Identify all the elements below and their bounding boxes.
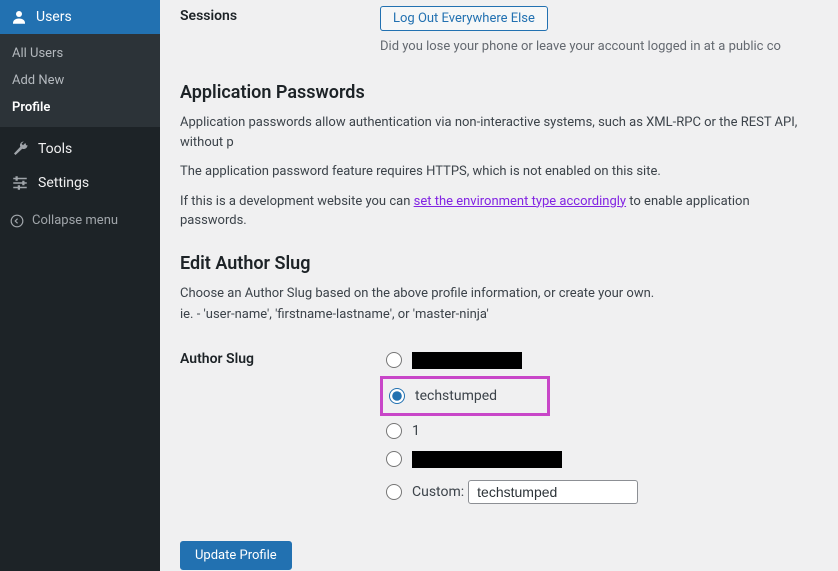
app-passwords-desc-3: If this is a development website you can… xyxy=(180,192,818,231)
slug-radio-2[interactable] xyxy=(389,388,405,404)
author-slug-row: Author Slug techstumped 1 Custom: xyxy=(180,339,818,517)
admin-sidebar: Users All Users Add New Profile Tools Se… xyxy=(0,0,160,571)
slug-radio-1[interactable] xyxy=(386,352,402,368)
sidebar-item-label: Settings xyxy=(38,175,89,191)
sidebar-submenu: All Users Add New Profile xyxy=(0,34,160,127)
sidebar-item-users[interactable]: Users xyxy=(0,0,160,34)
slug-option-2-highlighted[interactable]: techstumped xyxy=(380,376,550,416)
sessions-description: Did you lose your phone or leave your ac… xyxy=(380,39,818,54)
app-passwords-heading: Application Passwords xyxy=(180,82,818,103)
author-slug-label: Author Slug xyxy=(180,345,380,511)
collapse-icon xyxy=(10,214,24,228)
slug-radio-4[interactable] xyxy=(386,451,402,467)
slug-option-4[interactable] xyxy=(380,446,818,473)
sidebar-sub-add-new[interactable]: Add New xyxy=(0,67,160,94)
slug-desc-2: ie. - 'user-name', 'firstname-lastname',… xyxy=(180,305,818,325)
update-profile-button[interactable]: Update Profile xyxy=(180,541,292,570)
slug-option-2-label: techstumped xyxy=(415,388,497,404)
collapse-label: Collapse menu xyxy=(32,213,118,228)
redacted-text xyxy=(412,451,562,468)
slug-option-3-label: 1 xyxy=(412,423,420,439)
env-type-link[interactable]: set the environment type accordingly xyxy=(414,194,626,209)
slug-radio-custom[interactable] xyxy=(386,484,402,500)
sidebar-sub-all-users[interactable]: All Users xyxy=(0,40,160,67)
sliders-icon xyxy=(10,174,30,192)
slug-desc-1: Choose an Author Slug based on the above… xyxy=(180,284,818,304)
sidebar-item-settings[interactable]: Settings xyxy=(0,166,160,200)
slug-option-3[interactable]: 1 xyxy=(380,418,818,444)
sidebar-sub-profile[interactable]: Profile xyxy=(0,94,160,121)
wrench-icon xyxy=(10,140,30,158)
slug-radio-3[interactable] xyxy=(386,423,402,439)
app-passwords-desc-2: The application password feature require… xyxy=(180,162,818,182)
slug-option-1[interactable] xyxy=(380,347,818,374)
main-content: Sessions Log Out Everywhere Else Did you… xyxy=(160,0,838,571)
sidebar-item-label: Tools xyxy=(38,141,72,157)
sessions-label: Sessions xyxy=(180,6,380,54)
logout-everywhere-button[interactable]: Log Out Everywhere Else xyxy=(380,6,548,31)
collapse-menu[interactable]: Collapse menu xyxy=(0,205,160,236)
slug-custom-label: Custom: xyxy=(412,484,464,500)
sidebar-top-label: Users xyxy=(36,9,72,25)
app-passwords-desc-1: Application passwords allow authenticati… xyxy=(180,113,818,152)
users-icon xyxy=(10,8,28,26)
slug-option-custom[interactable]: Custom: xyxy=(380,475,818,509)
slug-custom-input[interactable] xyxy=(468,480,638,504)
sidebar-item-tools[interactable]: Tools xyxy=(0,132,160,166)
edit-author-slug-heading: Edit Author Slug xyxy=(180,253,818,274)
redacted-text xyxy=(412,352,522,369)
sessions-row: Sessions Log Out Everywhere Else Did you… xyxy=(180,0,818,60)
